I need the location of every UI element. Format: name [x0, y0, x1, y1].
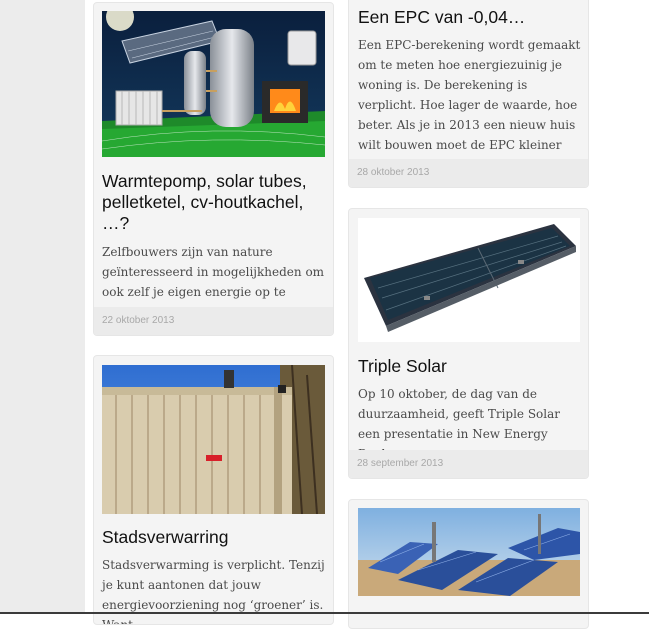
- container-heating-unit-photo-icon: [102, 365, 325, 514]
- post-thumbnail[interactable]: [358, 218, 580, 342]
- post-date: 22 oktober 2013: [94, 307, 333, 335]
- post-excerpt: Stadsverwarming is verplicht. Tenzij je …: [102, 558, 325, 625]
- post-title[interactable]: Een EPC van -0,04…: [358, 7, 583, 28]
- post-title[interactable]: Triple Solar: [358, 356, 583, 377]
- post-excerpt: Een EPC-berekening wordt gemaakt om te m…: [358, 38, 581, 172]
- post-title[interactable]: Stadsverwarring: [102, 527, 327, 548]
- solar-panel-photo-icon: [358, 218, 580, 342]
- post-card-warmtepomp[interactable]: Warmtepomp, solar tubes, pelletketel, cv…: [93, 2, 334, 336]
- left-gutter: [0, 0, 85, 614]
- post-date: 28 oktober 2013: [349, 159, 588, 187]
- post-card-epc[interactable]: Een EPC van -0,04… Een EPC-berekening wo…: [348, 0, 589, 188]
- post-title[interactable]: Warmtepomp, solar tubes, pelletketel, cv…: [102, 171, 322, 234]
- post-card-stadsverwarring[interactable]: Stadsverwarring Stadsverwarming is verpl…: [93, 355, 334, 625]
- post-date: 28 september 2013: [349, 450, 588, 478]
- heating-systems-illustration-icon: [102, 11, 325, 157]
- post-thumbnail[interactable]: [102, 11, 325, 157]
- post-card-solar-array[interactable]: [348, 499, 589, 629]
- post-thumbnail[interactable]: [102, 365, 325, 514]
- solar-array-photo-icon: [358, 508, 580, 596]
- post-thumbnail[interactable]: [358, 508, 580, 596]
- post-card-triple-solar[interactable]: Triple Solar Op 10 oktober, de dag van d…: [348, 208, 589, 479]
